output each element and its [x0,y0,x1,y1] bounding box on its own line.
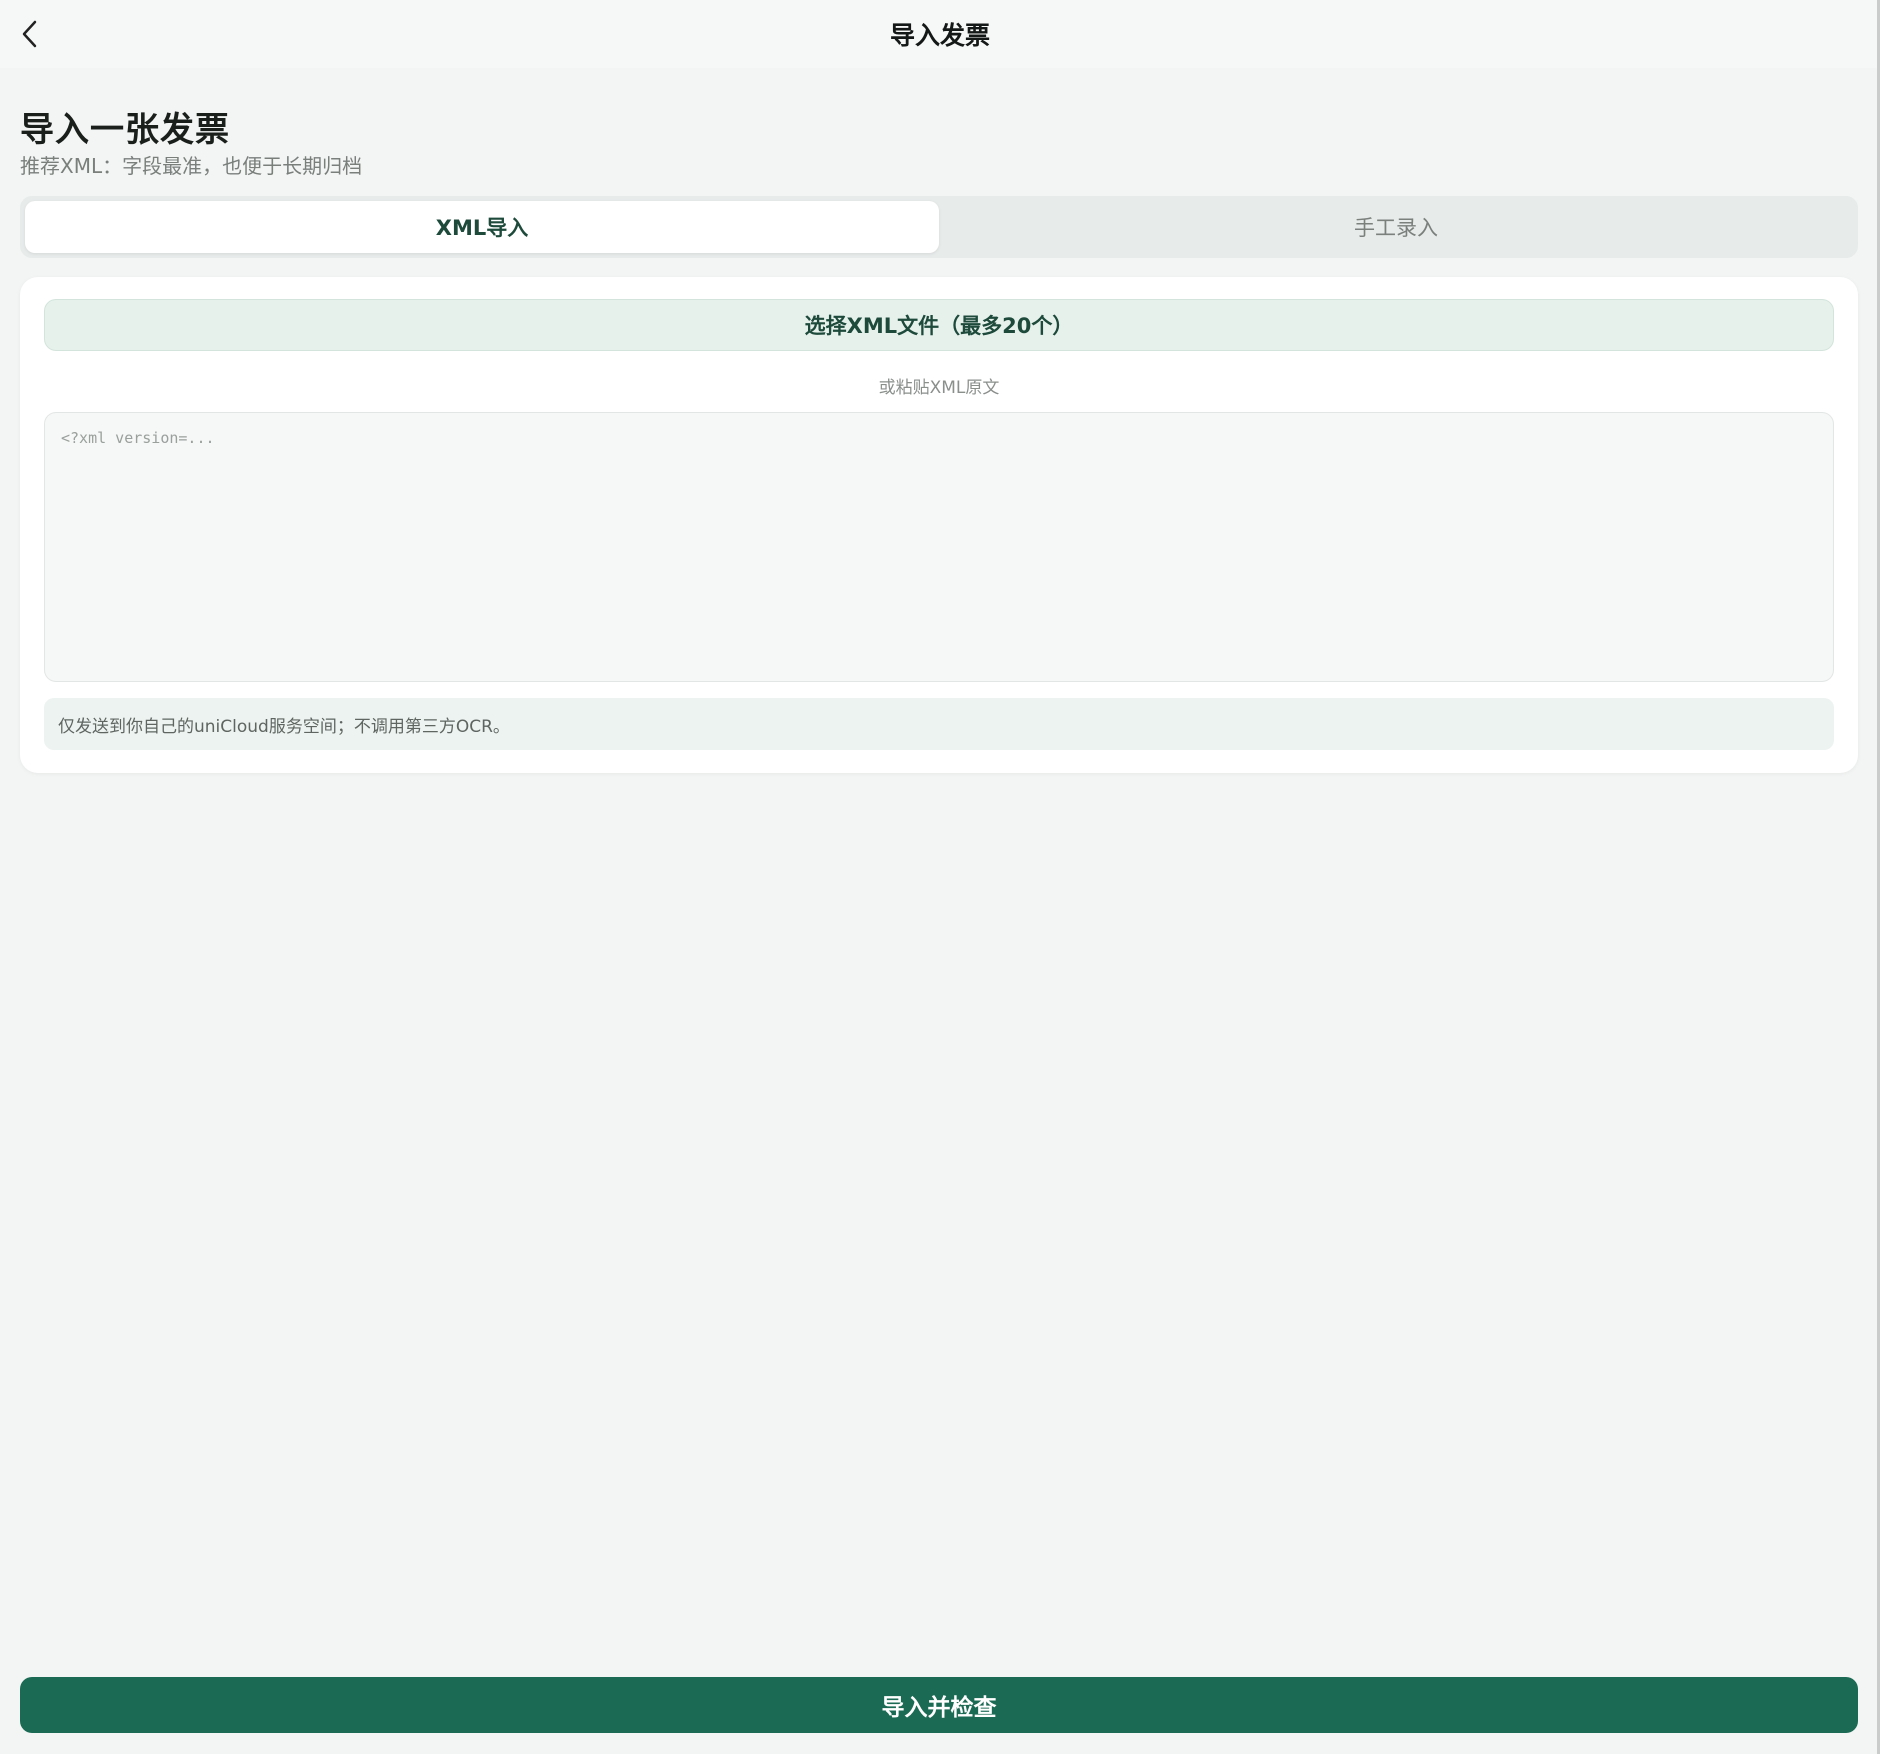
tab-manual-entry[interactable]: 手工录入 [939,201,1853,253]
page-title: 导入一张发票 [20,110,230,150]
tab-xml-import[interactable]: XML导入 [25,201,939,253]
nav-bar: 导入发票 [0,0,1880,68]
import-and-check-button[interactable]: 导入并检查 [20,1677,1858,1733]
paste-hint: 或粘贴XML原文 [878,378,1000,398]
import-mode-tabs: XML导入 手工录入 [20,196,1858,258]
select-xml-files-button[interactable]: 选择XML文件（最多20个） [44,299,1834,351]
xml-text-input[interactable] [44,412,1834,682]
nav-title: 导入发票 [889,21,990,50]
xml-import-card: 选择XML文件（最多20个） 或粘贴XML原文 仅发送到你自己的uniCloud… [20,277,1858,773]
page-subtitle: 推荐XML：字段最准，也便于长期归档 [20,154,363,178]
privacy-note: 仅发送到你自己的uniCloud服务空间；不调用第三方OCR。 [44,698,1834,750]
